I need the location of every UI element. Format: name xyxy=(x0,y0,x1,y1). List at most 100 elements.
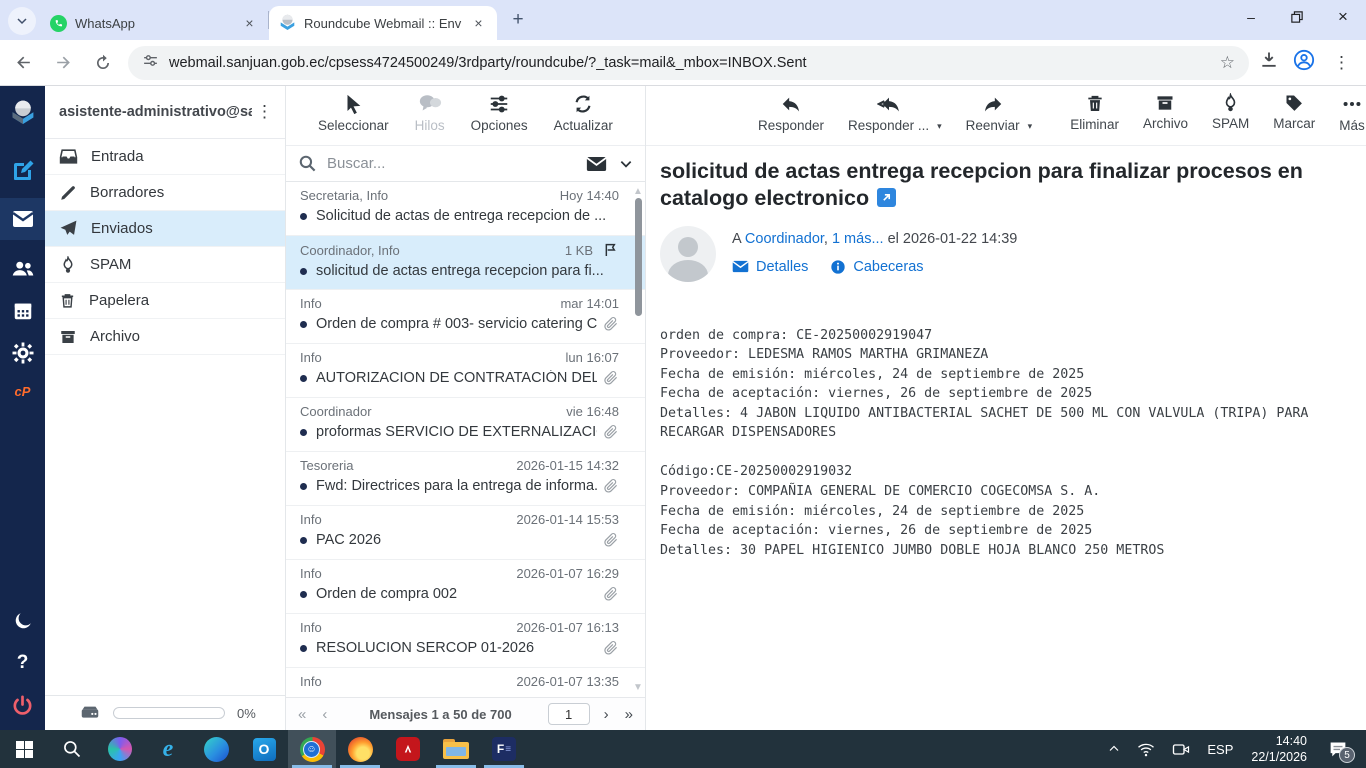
reply-all-menu-caret[interactable]: ▾ xyxy=(937,121,942,132)
search-scope-mail-icon[interactable] xyxy=(586,156,607,172)
downloads-icon[interactable] xyxy=(1259,50,1279,75)
message-row[interactable]: Coordinadorvie 16:48 proformas SERVICIO … xyxy=(286,398,645,452)
scroll-down-arrow[interactable]: ▼ xyxy=(633,682,643,693)
message-row[interactable]: Tesoreria2026-01-15 14:32 Fwd: Directric… xyxy=(286,452,645,506)
recipient-link[interactable]: Coordinador xyxy=(745,231,824,247)
bookmark-star-icon[interactable]: ☆ xyxy=(1212,53,1243,73)
restore-button[interactable] xyxy=(1274,0,1320,34)
language-indicator[interactable]: ESP xyxy=(1202,730,1238,768)
attachment-icon xyxy=(603,640,619,656)
message-row[interactable]: Infolun 16:07 AUTORIZACION DE CONTRATACI… xyxy=(286,344,645,398)
compose-button[interactable] xyxy=(0,150,45,192)
meet-now-icon[interactable] xyxy=(1167,730,1195,768)
reply-button[interactable]: Responder xyxy=(758,93,824,133)
message-body: orden de compra: CE-20250002919047 Prove… xyxy=(660,326,1352,560)
unread-dot xyxy=(300,645,307,652)
separator: , xyxy=(824,231,832,247)
new-tab-button[interactable]: + xyxy=(505,7,531,33)
tab-close-icon[interactable]: × xyxy=(241,15,258,32)
mail-nav-button[interactable] xyxy=(0,198,45,240)
start-button[interactable] xyxy=(0,730,48,768)
close-window-button[interactable]: × xyxy=(1320,0,1366,34)
copilot-icon[interactable] xyxy=(96,730,144,768)
unread-dot xyxy=(300,321,307,328)
logout-button[interactable] xyxy=(0,684,45,726)
taskbar-search-icon[interactable] xyxy=(48,730,96,768)
back-button[interactable] xyxy=(6,46,40,80)
folder-spam[interactable]: SPAM xyxy=(45,247,285,283)
msg-from: Coordinador, Info xyxy=(300,243,557,258)
notifications-icon[interactable]: 5 xyxy=(1320,730,1356,768)
file-explorer-icon[interactable] xyxy=(432,730,480,768)
open-in-new-window-icon[interactable] xyxy=(877,188,896,207)
spam-button[interactable]: SPAM xyxy=(1212,93,1249,131)
pinned-app-icon[interactable]: F≡ xyxy=(480,730,528,768)
message-row[interactable]: Info2026-01-07 16:29 Orden de compra 002 xyxy=(286,560,645,614)
headers-toggle[interactable]: Cabeceras xyxy=(830,259,923,275)
url-bar[interactable]: webmail.sanjuan.gob.ec/cpsess4724500249/… xyxy=(128,46,1249,80)
folder-borradores[interactable]: Borradores xyxy=(45,175,285,211)
next-page-button[interactable]: › xyxy=(604,706,609,723)
message-row[interactable]: Info2026-01-14 15:53 PAC 2026 xyxy=(286,506,645,560)
internet-explorer-icon[interactable]: e xyxy=(144,730,192,768)
minimize-button[interactable]: – xyxy=(1228,0,1274,34)
select-button[interactable]: Seleccionar xyxy=(318,93,389,133)
help-button[interactable]: ? xyxy=(0,642,45,684)
search-options-chevron-icon[interactable] xyxy=(619,157,633,171)
list-toolbar: Seleccionar Hilos Opciones Actualizar xyxy=(286,86,645,146)
flag-icon[interactable] xyxy=(603,242,619,258)
account-menu-icon[interactable]: ⋮ xyxy=(252,102,277,122)
archive-button[interactable]: Archivo xyxy=(1143,93,1188,131)
more-recipients-link[interactable]: 1 más... xyxy=(832,231,884,247)
folder-archivo[interactable]: Archivo xyxy=(45,319,285,355)
browser-menu-icon[interactable]: ⋮ xyxy=(1329,53,1354,73)
edge-icon[interactable] xyxy=(192,730,240,768)
message-row-selected[interactable]: Coordinador, Info1 KB solicitud de actas… xyxy=(286,236,645,290)
scroll-up-arrow[interactable]: ▲ xyxy=(633,186,643,197)
more-button[interactable]: Más xyxy=(1339,93,1365,133)
tray-expand-icon[interactable] xyxy=(1103,730,1125,768)
firefox-icon[interactable] xyxy=(336,730,384,768)
folder-papelera[interactable]: Papelera xyxy=(45,283,285,319)
folder-entrada[interactable]: Entrada xyxy=(45,139,285,175)
outlook-icon[interactable]: O xyxy=(240,730,288,768)
cpanel-logo[interactable]: cP xyxy=(0,374,45,408)
contacts-nav-button[interactable] xyxy=(0,248,45,290)
details-toggle[interactable]: Detalles xyxy=(732,259,808,275)
quota-progressbar xyxy=(113,707,225,719)
options-button[interactable]: Opciones xyxy=(471,93,528,133)
message-row[interactable]: Secretaria, InfoHoy 14:40 Solicitud de a… xyxy=(286,182,645,236)
tab-close-icon[interactable]: × xyxy=(470,15,487,32)
calendar-nav-button[interactable] xyxy=(0,290,45,332)
msg-size: 1 KB xyxy=(565,243,593,258)
chrome-icon[interactable]: ☺ xyxy=(288,730,336,768)
forward-menu-caret[interactable]: ▾ xyxy=(1028,121,1033,132)
refresh-list-button[interactable]: Actualizar xyxy=(554,93,613,133)
refresh-button[interactable] xyxy=(86,46,120,80)
forward-button[interactable] xyxy=(46,46,80,80)
message-row[interactable]: Info2026-01-07 16:13 RESOLUCION SERCOP 0… xyxy=(286,614,645,668)
page-number-input[interactable] xyxy=(548,703,590,725)
wifi-icon[interactable] xyxy=(1132,730,1160,768)
profile-avatar-icon[interactable] xyxy=(1293,49,1315,76)
message-row[interactable]: Infomar 14:01 Orden de compra # 003- ser… xyxy=(286,290,645,344)
reply-all-button[interactable]: Responder ... xyxy=(848,93,929,133)
dark-mode-button[interactable] xyxy=(0,600,45,642)
options-label: Opciones xyxy=(471,118,528,133)
tab-whatsapp[interactable]: WhatsApp × xyxy=(40,6,268,40)
roundcube-logo[interactable] xyxy=(0,86,45,136)
message-row[interactable]: Info2026-01-07 13:35 xyxy=(286,668,645,697)
settings-nav-button[interactable] xyxy=(0,332,45,374)
search-input[interactable] xyxy=(327,155,586,172)
delete-button[interactable]: Eliminar xyxy=(1070,93,1119,132)
forward-button[interactable]: Reenviar xyxy=(966,93,1020,133)
clock[interactable]: 14:40 22/1/2026 xyxy=(1245,733,1313,766)
mark-button[interactable]: Marcar xyxy=(1273,93,1315,131)
tab-search-button[interactable] xyxy=(8,7,36,35)
folder-enviados[interactable]: Enviados xyxy=(45,211,285,247)
site-settings-icon[interactable] xyxy=(142,52,159,74)
last-page-button[interactable]: » xyxy=(625,706,633,723)
scrollbar-thumb[interactable] xyxy=(635,198,642,316)
acrobat-icon[interactable] xyxy=(384,730,432,768)
tab-roundcube[interactable]: Roundcube Webmail :: Enviados × xyxy=(269,6,497,40)
